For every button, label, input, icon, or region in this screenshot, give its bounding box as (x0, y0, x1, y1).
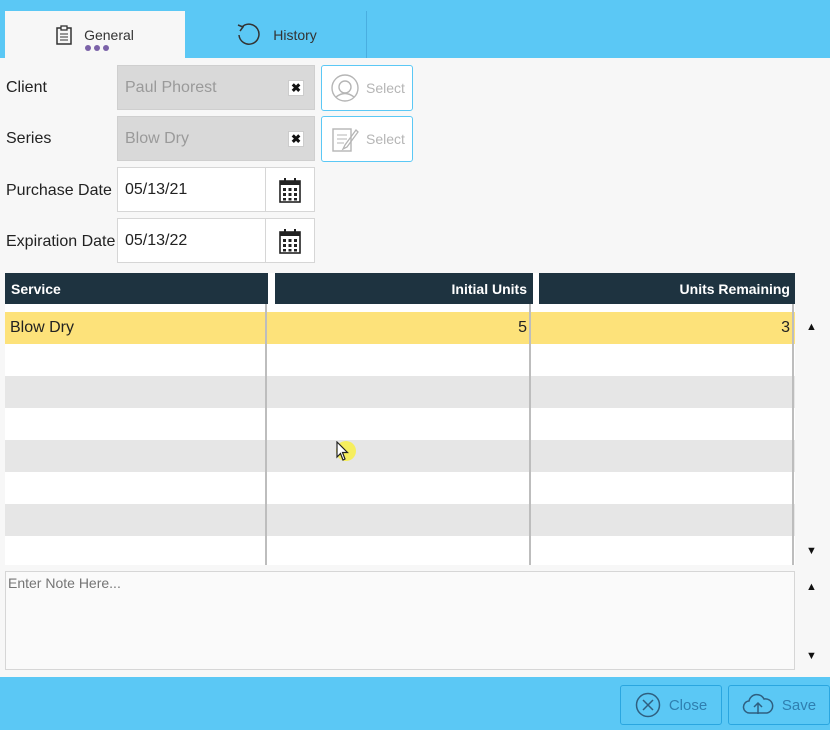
column-header-service[interactable]: Service (5, 273, 268, 304)
table-scroll-down-icon[interactable]: ▼ (806, 545, 817, 557)
series-field: Blow Dry ✖ (117, 116, 315, 161)
tab-history-label: History (273, 26, 317, 43)
client-field: Paul Phorest ✖ (117, 65, 315, 110)
client-label: Client (6, 79, 47, 96)
column-header-initial-units[interactable]: Initial Units (275, 273, 533, 304)
note-scroll-up-icon[interactable]: ▲ (806, 581, 817, 593)
services-table: Service Initial Units Units Remaining Bl… (5, 273, 795, 565)
series-clear-button[interactable]: ✖ (288, 130, 304, 147)
series-select-label: Select (366, 131, 405, 147)
calendar-icon (279, 177, 301, 203)
history-icon (235, 22, 261, 48)
client-clear-button[interactable]: ✖ (288, 79, 304, 96)
client-select-icon (330, 73, 360, 103)
purchase-date-calendar-button[interactable] (265, 168, 314, 211)
series-label: Series (6, 130, 52, 147)
close-button[interactable]: Close (620, 685, 722, 725)
expiration-date-label: Expiration Date (6, 233, 116, 250)
close-circle-icon (635, 692, 661, 718)
column-divider[interactable] (265, 304, 267, 565)
table-row[interactable] (5, 440, 795, 472)
expiration-date-field[interactable]: 05/13/22 (117, 218, 315, 263)
client-select-button[interactable]: Select (321, 65, 413, 111)
expiration-date-value: 05/13/22 (125, 231, 188, 249)
purchase-date-value: 05/13/21 (125, 180, 188, 198)
table-scroll-up-icon[interactable]: ▲ (806, 321, 817, 333)
edit-list-icon (330, 124, 360, 154)
cell-initial-units: 5 (518, 319, 527, 336)
table-row[interactable] (5, 376, 795, 408)
column-divider[interactable] (529, 304, 531, 565)
purchase-date-label: Purchase Date (6, 182, 112, 199)
purchase-date-field[interactable]: 05/13/21 (117, 167, 315, 212)
cloud-upload-icon (742, 693, 774, 717)
save-button[interactable]: Save (728, 685, 830, 725)
cell-units-remaining: 3 (781, 319, 790, 336)
table-row[interactable] (5, 472, 795, 504)
tab-general-label: General (84, 26, 134, 43)
note-scroll-down-icon[interactable]: ▼ (806, 650, 817, 662)
table-row[interactable] (5, 408, 795, 440)
note-input[interactable] (5, 571, 795, 670)
table-row[interactable] (5, 536, 795, 565)
series-value: Blow Dry (125, 129, 190, 147)
expiration-date-calendar-button[interactable] (265, 219, 314, 262)
table-row[interactable] (5, 344, 795, 376)
close-button-label: Close (668, 696, 708, 714)
save-button-label: Save (781, 696, 817, 714)
table-row[interactable] (5, 504, 795, 536)
column-divider (792, 304, 794, 565)
clipboard-icon (56, 24, 72, 45)
client-select-label: Select (366, 80, 405, 96)
column-header-units-remaining[interactable]: Units Remaining (539, 273, 795, 304)
series-select-button[interactable]: Select (321, 116, 413, 162)
client-value: Paul Phorest (125, 78, 217, 96)
mouse-pointer-icon (336, 441, 349, 461)
tab-active-indicator (85, 45, 109, 51)
tab-history[interactable]: History (186, 11, 367, 58)
table-row-selected[interactable]: Blow Dry 5 3 (5, 312, 795, 344)
calendar-icon (279, 228, 301, 254)
cell-service: Blow Dry (10, 319, 75, 336)
